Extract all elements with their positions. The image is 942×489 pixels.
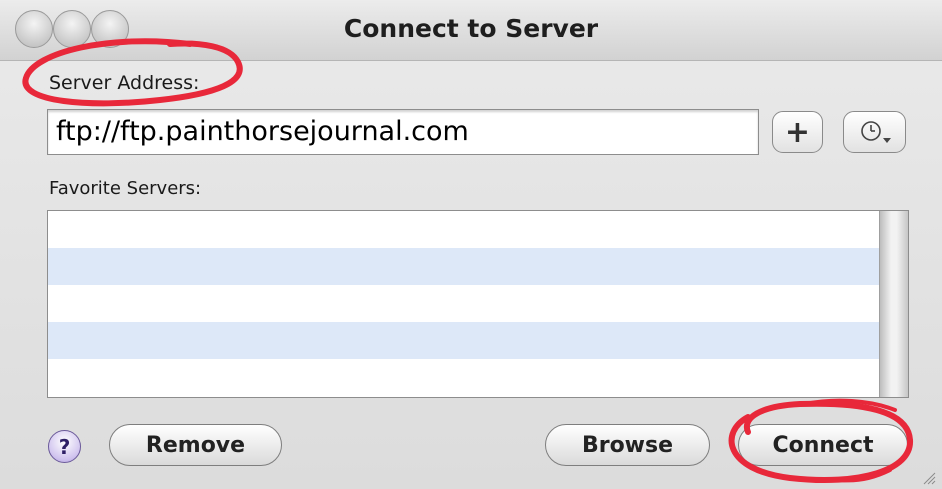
window-title: Connect to Server <box>343 14 599 43</box>
resize-grip-icon[interactable] <box>922 471 936 485</box>
title-bar: Connect to Server <box>0 0 942 61</box>
recent-servers-clock-icon <box>860 121 891 143</box>
list-item[interactable] <box>48 285 908 322</box>
list-item[interactable] <box>48 322 908 359</box>
connect-annotation-stroke <box>803 398 897 412</box>
server-address-label: Server Address: <box>49 72 200 94</box>
browse-button[interactable]: Browse <box>545 424 710 466</box>
list-item[interactable] <box>48 359 908 396</box>
list-item[interactable] <box>48 211 908 248</box>
list-item[interactable] <box>48 248 908 285</box>
vertical-scrollbar[interactable] <box>879 211 908 397</box>
server-address-input[interactable]: ftp://ftp.painthorsejournal.com <box>47 109 759 155</box>
favorite-servers-label: Favorite Servers: <box>49 178 202 199</box>
connect-to-server-window: Connect to Server Server Address: ftp://… <box>0 0 942 489</box>
recent-servers-button[interactable] <box>843 111 906 153</box>
add-favorite-button[interactable]: + <box>772 111 823 153</box>
favorite-servers-list[interactable] <box>47 210 909 398</box>
remove-button[interactable]: Remove <box>109 424 282 466</box>
help-icon[interactable]: ? <box>48 430 81 463</box>
connect-annotation-tail <box>838 468 892 483</box>
connect-button[interactable]: Connect <box>738 424 908 466</box>
